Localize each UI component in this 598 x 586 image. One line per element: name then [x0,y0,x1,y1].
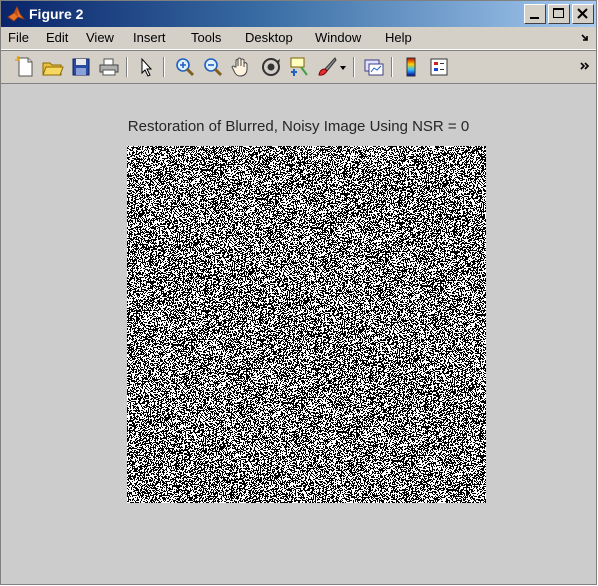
rotate-3d-icon [262,58,280,76]
maximize-icon [553,8,564,18]
colorbar-button[interactable] [399,55,423,79]
print-button[interactable] [97,55,121,79]
menu-edit[interactable]: Edit [46,27,68,49]
menu-desktop[interactable]: Desktop [245,27,293,49]
dock-arrow-icon[interactable] [580,33,590,43]
new-figure-button[interactable] [13,55,37,79]
maximize-button[interactable] [548,4,570,24]
legend-button[interactable] [427,55,451,79]
window-title: Figure 2 [29,6,84,22]
pan-button[interactable] [229,55,253,79]
title-bar[interactable]: Figure 2 [1,1,596,27]
colorbar-icon [406,57,416,77]
data-cursor-icon [290,57,308,76]
save-icon [72,58,90,76]
figure-window: Figure 2 File Edit View Insert Tools Des… [0,0,597,585]
menu-file[interactable]: File [8,27,29,49]
rotate-3d-button[interactable] [259,55,283,79]
link-plot-icon [364,59,384,76]
restored-image [127,146,486,503]
matlab-logo-icon [7,6,25,22]
zoom-in-icon [176,58,195,77]
brush-button[interactable] [315,55,339,79]
brush-dropdown-icon [340,66,346,70]
menu-view[interactable]: View [86,27,114,49]
new-figure-icon [15,55,33,77]
pan-hand-icon [231,57,248,77]
figure-canvas[interactable]: Restoration of Blurred, Noisy Image Usin… [1,84,596,584]
menu-tools[interactable]: Tools [191,27,221,49]
noise-pixels [127,146,486,503]
zoom-out-button[interactable] [201,55,225,79]
legend-icon [430,58,448,76]
brush-dropdown-button[interactable] [337,55,349,79]
brush-icon [318,57,337,76]
menu-help[interactable]: Help [385,27,412,49]
save-button[interactable] [69,55,93,79]
plot-title: Restoration of Blurred, Noisy Image Usin… [127,118,470,135]
zoom-out-icon [204,58,223,77]
edit-plot-button[interactable] [134,55,158,79]
open-icon [42,62,64,76]
close-button[interactable] [572,4,594,24]
toolbar [1,50,596,84]
link-plot-button[interactable] [362,55,386,79]
pointer-icon [141,57,153,77]
data-cursor-button[interactable] [287,55,311,79]
menu-bar: File Edit View Insert Tools Desktop Wind… [1,27,596,50]
menu-insert[interactable]: Insert [133,27,166,49]
zoom-in-button[interactable] [173,55,197,79]
toolbar-overflow-icon[interactable] [579,61,591,71]
menu-window[interactable]: Window [315,27,361,49]
print-icon [99,58,119,76]
minimize-button[interactable] [524,4,546,24]
close-icon [577,8,588,19]
minimize-icon [530,17,539,19]
open-button[interactable] [41,55,65,79]
